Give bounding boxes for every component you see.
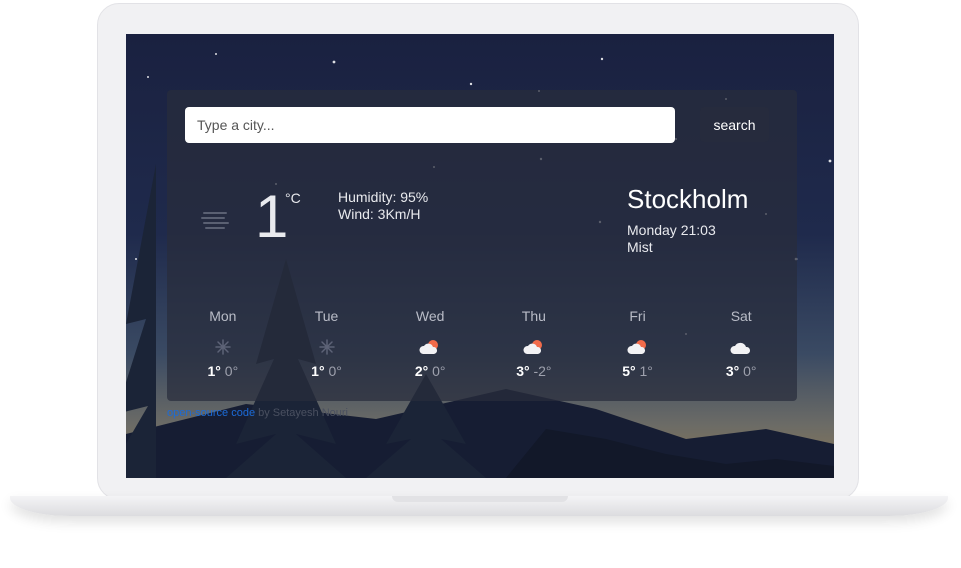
partly-cloudy-icon: [523, 340, 542, 354]
current-temperature: 1: [255, 183, 289, 250]
forecast-min: 1°: [639, 363, 653, 379]
humidity-text: Humidity: 95%: [338, 189, 429, 205]
date-time: Monday 21:03: [627, 222, 716, 238]
footer-credit: open-source code by Setayesh Nouri: [167, 407, 348, 419]
forecast-day-name: Sat: [730, 308, 752, 324]
weather-card: search 1 °C Humidity: 95% Wind: 3Km/H St…: [167, 90, 797, 401]
partly-cloudy-icon: [626, 340, 646, 354]
city-name: Stockholm: [627, 184, 749, 214]
city-search-input[interactable]: [185, 107, 675, 143]
forecast-temps: 3° -2°: [482, 363, 586, 379]
city-meta: Monday 21:03 Mist: [627, 222, 716, 256]
author-credit: by Setayesh Nouri: [255, 407, 348, 419]
forecast-temps: 1° 0°: [171, 363, 275, 379]
forecast-day-name: Thu: [521, 308, 546, 324]
forecast-min: 0°: [224, 363, 239, 379]
wind-text: Wind: 3Km/H: [338, 206, 421, 222]
forecast-temps: 5° 1°: [586, 363, 690, 379]
forecast-min: 0°: [743, 363, 757, 379]
forecast-day-name: Fri: [629, 308, 646, 324]
forecast-min: 0°: [328, 363, 342, 379]
cloud-icon: [730, 342, 751, 354]
weather-details: Humidity: 95% Wind: 3Km/H: [338, 189, 428, 223]
forecast-temps: 3° 0°: [689, 363, 793, 379]
forecast-max: 5°: [622, 363, 636, 379]
app-screen: search 1 °C Humidity: 95% Wind: 3Km/H St…: [126, 34, 834, 478]
forecast-day: Mon 1° 0°: [171, 308, 275, 380]
forecast-day: Sat 3° 0°: [689, 308, 793, 380]
forecast-min: -2°: [533, 363, 552, 379]
forecast-max: 1°: [311, 363, 325, 379]
forecast-day: Wed 2° 0°: [378, 308, 482, 380]
forecast-day-name: Wed: [415, 308, 445, 324]
snow-icon: [215, 339, 231, 355]
partly-cloudy-icon: [419, 340, 439, 354]
forecast-max: 1°: [207, 363, 221, 379]
forecast-max: 2°: [414, 363, 429, 379]
forecast-day: Fri 5° 1°: [586, 308, 690, 380]
temperature-unit: °C: [285, 190, 301, 206]
forecast-temps: 2° 0°: [378, 363, 482, 379]
search-button[interactable]: search: [700, 107, 769, 142]
forecast-max: 3°: [725, 363, 740, 379]
forecast-temps: 1° 0°: [275, 363, 379, 379]
forecast-row: Mon 1° 0° Tue 1° 0° Wed 2° 0° Thu 3° -2°…: [171, 308, 793, 380]
forecast-day: Tue 1° 0°: [275, 308, 379, 380]
weather-condition: Mist: [627, 239, 653, 255]
forecast-day: Thu 3° -2°: [482, 308, 586, 380]
forecast-day-name: Mon: [209, 308, 237, 324]
snow-icon: [318, 339, 335, 355]
open-source-link[interactable]: open-source code: [167, 407, 255, 419]
laptop-notch: [392, 496, 568, 502]
forecast-min: 0°: [432, 363, 446, 379]
mist-icon: [201, 212, 229, 229]
forecast-max: 3°: [516, 363, 530, 379]
forecast-day-name: Tue: [314, 308, 339, 324]
